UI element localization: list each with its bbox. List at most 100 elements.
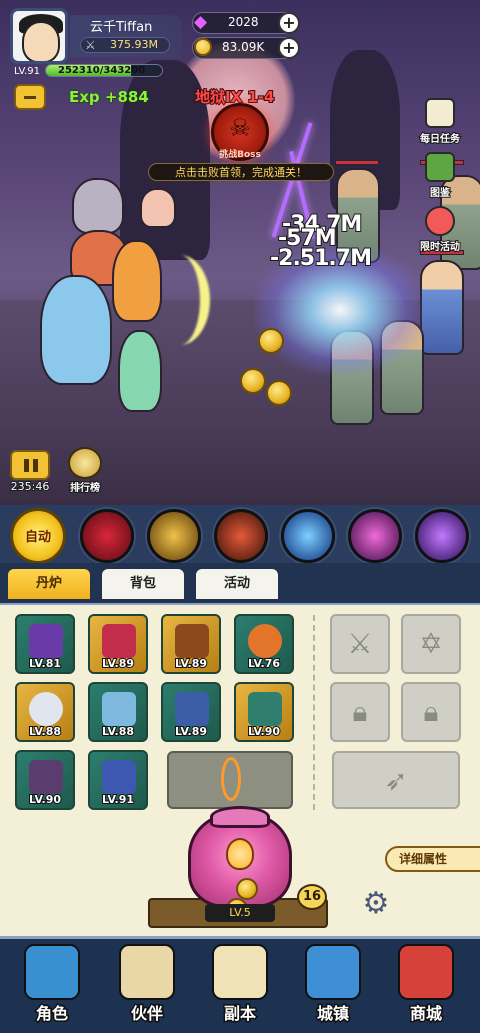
nav-partner[interactable]: 伙伴 (107, 942, 187, 1028)
inventory-slot[interactable]: LV.90 (15, 750, 75, 810)
crystal-icon (102, 624, 136, 658)
pause-bar (24, 459, 29, 472)
character-icon (24, 944, 80, 1000)
furnace-lid (210, 806, 270, 828)
item-level: LV.88 (28, 724, 62, 739)
item-level: LV.89 (174, 656, 208, 671)
exp-gain-text: Exp +884 (69, 88, 150, 107)
equip-slot-locked[interactable]: 🔒︎ (401, 682, 461, 742)
equip-slot-star[interactable]: ✡ (401, 614, 461, 674)
ring-icon (221, 757, 241, 801)
demon-skull-icon: ☠ (229, 114, 251, 142)
nav-character-label: 角色 (34, 1003, 69, 1025)
nav-partner-label: 伙伴 (129, 1003, 164, 1025)
mask-icon (248, 692, 282, 726)
inventory-slot[interactable]: LV.89 (88, 614, 148, 674)
dragon-icon (175, 692, 209, 726)
add-gold-button[interactable]: + (278, 37, 300, 59)
gold-coin-drop (240, 368, 266, 394)
daily-tasks-button[interactable]: 每日任务 (415, 98, 465, 146)
daily-tasks-label: 每日任务 (419, 133, 461, 146)
flame-icon (226, 838, 254, 870)
player-name: 云千Tiffan (90, 20, 153, 35)
nav-character[interactable]: 角色 (12, 942, 92, 1028)
equip-slot-weapon[interactable]: ⚔ (330, 614, 390, 674)
winged-sword-icon: ➶ (384, 764, 408, 797)
inventory-slot[interactable]: LV.89 (161, 682, 221, 742)
hero-mouse (72, 178, 124, 234)
gold-value: 83.09K (222, 40, 265, 54)
enemy-hp-bar (335, 160, 379, 165)
detail-attributes-button[interactable]: 详细属性 (385, 846, 480, 872)
gold-coin-drop (266, 380, 292, 406)
wave-icon (102, 692, 136, 726)
gold-coin-drop (236, 878, 258, 900)
codex-button[interactable]: 图鉴 (415, 152, 465, 200)
avatar-face (22, 21, 60, 61)
town-icon (305, 944, 361, 1000)
skill-blood-icon[interactable] (80, 509, 134, 563)
book-icon (425, 152, 455, 182)
inventory-slot[interactable]: LV.76 (234, 614, 294, 674)
skill-void-icon[interactable] (415, 509, 469, 563)
tab-backpack[interactable]: 背包 (100, 567, 186, 601)
item-level: LV.89 (174, 724, 208, 739)
tab-furnace[interactable]: 丹炉 (6, 567, 92, 601)
nav-dungeon[interactable]: 副本 (200, 942, 280, 1028)
dungeon-icon (212, 944, 268, 1000)
enemy-blue-robe (420, 260, 464, 355)
robot-icon (102, 760, 136, 794)
blade-icon (29, 760, 63, 794)
skill-vortex-icon[interactable] (348, 509, 402, 563)
inventory-slot[interactable]: LV.90 (234, 682, 294, 742)
skill-comet-icon[interactable] (281, 509, 335, 563)
item-level: LV.81 (28, 656, 62, 671)
combat-power-value: 375.93M (110, 38, 158, 51)
partner-icon (119, 944, 175, 1000)
limited-event-button[interactable]: 限时活动 (415, 206, 465, 254)
spear-icon (29, 624, 63, 658)
damage-number: -2.51.7M (269, 245, 373, 272)
add-gems-button[interactable]: + (278, 12, 300, 34)
player-level: LV.91 (14, 66, 40, 77)
codex-label: 图鉴 (429, 187, 451, 200)
armor-icon (175, 624, 209, 658)
nav-shop[interactable]: 商城 (386, 942, 466, 1028)
inventory-slot[interactable]: LV.89 (161, 614, 221, 674)
equip-slot-wide[interactable]: ➶ (332, 751, 460, 809)
tab-activity[interactable]: 活动 (194, 567, 280, 601)
leaderboard-button[interactable]: 排行榜 (60, 447, 110, 495)
firework-icon (425, 206, 455, 236)
sword-icon: ⚔ (85, 38, 96, 52)
nav-shop-label: 商城 (408, 1003, 443, 1025)
star-slot-icon: ✡ (419, 627, 443, 660)
gear-icon[interactable]: ⚙ (352, 886, 400, 922)
inventory-slot[interactable]: LV.81 (15, 614, 75, 674)
player-avatar[interactable] (10, 8, 68, 64)
furnace-level: LV.5 (205, 904, 275, 922)
skill-thunder-icon[interactable] (147, 509, 201, 563)
pause-button[interactable] (10, 450, 50, 480)
hero-small (140, 188, 176, 228)
exp-progress-text: 252310/343200 (58, 65, 146, 76)
challenge-boss-label: 挑战Boss (219, 150, 261, 160)
gold-coin-drop (258, 328, 284, 354)
pause-bar (33, 459, 38, 472)
gold-coin-icon (194, 38, 212, 56)
fire-orb-icon (248, 624, 282, 658)
inventory-slot[interactable]: LV.88 (15, 682, 75, 742)
item-level: LV.90 (28, 792, 62, 807)
inventory-slot[interactable]: LV.88 (88, 682, 148, 742)
skill-tornado-icon[interactable] (214, 509, 268, 563)
equip-slot-locked[interactable]: 🔒︎ (330, 682, 390, 742)
inventory-slot[interactable]: LV.91 (88, 750, 148, 810)
collapse-button[interactable] (14, 84, 46, 110)
leaderboard-label: 排行榜 (69, 482, 101, 495)
gems-value: 2028 (228, 15, 259, 29)
item-level: LV.88 (101, 724, 135, 739)
auto-battle-label: 自动 (24, 530, 51, 545)
nav-town[interactable]: 城镇 (293, 942, 373, 1028)
item-level: LV.91 (101, 792, 135, 807)
boss-hint-text: 点击击败首领，完成通关！ (175, 166, 307, 179)
panel-divider (313, 615, 315, 810)
